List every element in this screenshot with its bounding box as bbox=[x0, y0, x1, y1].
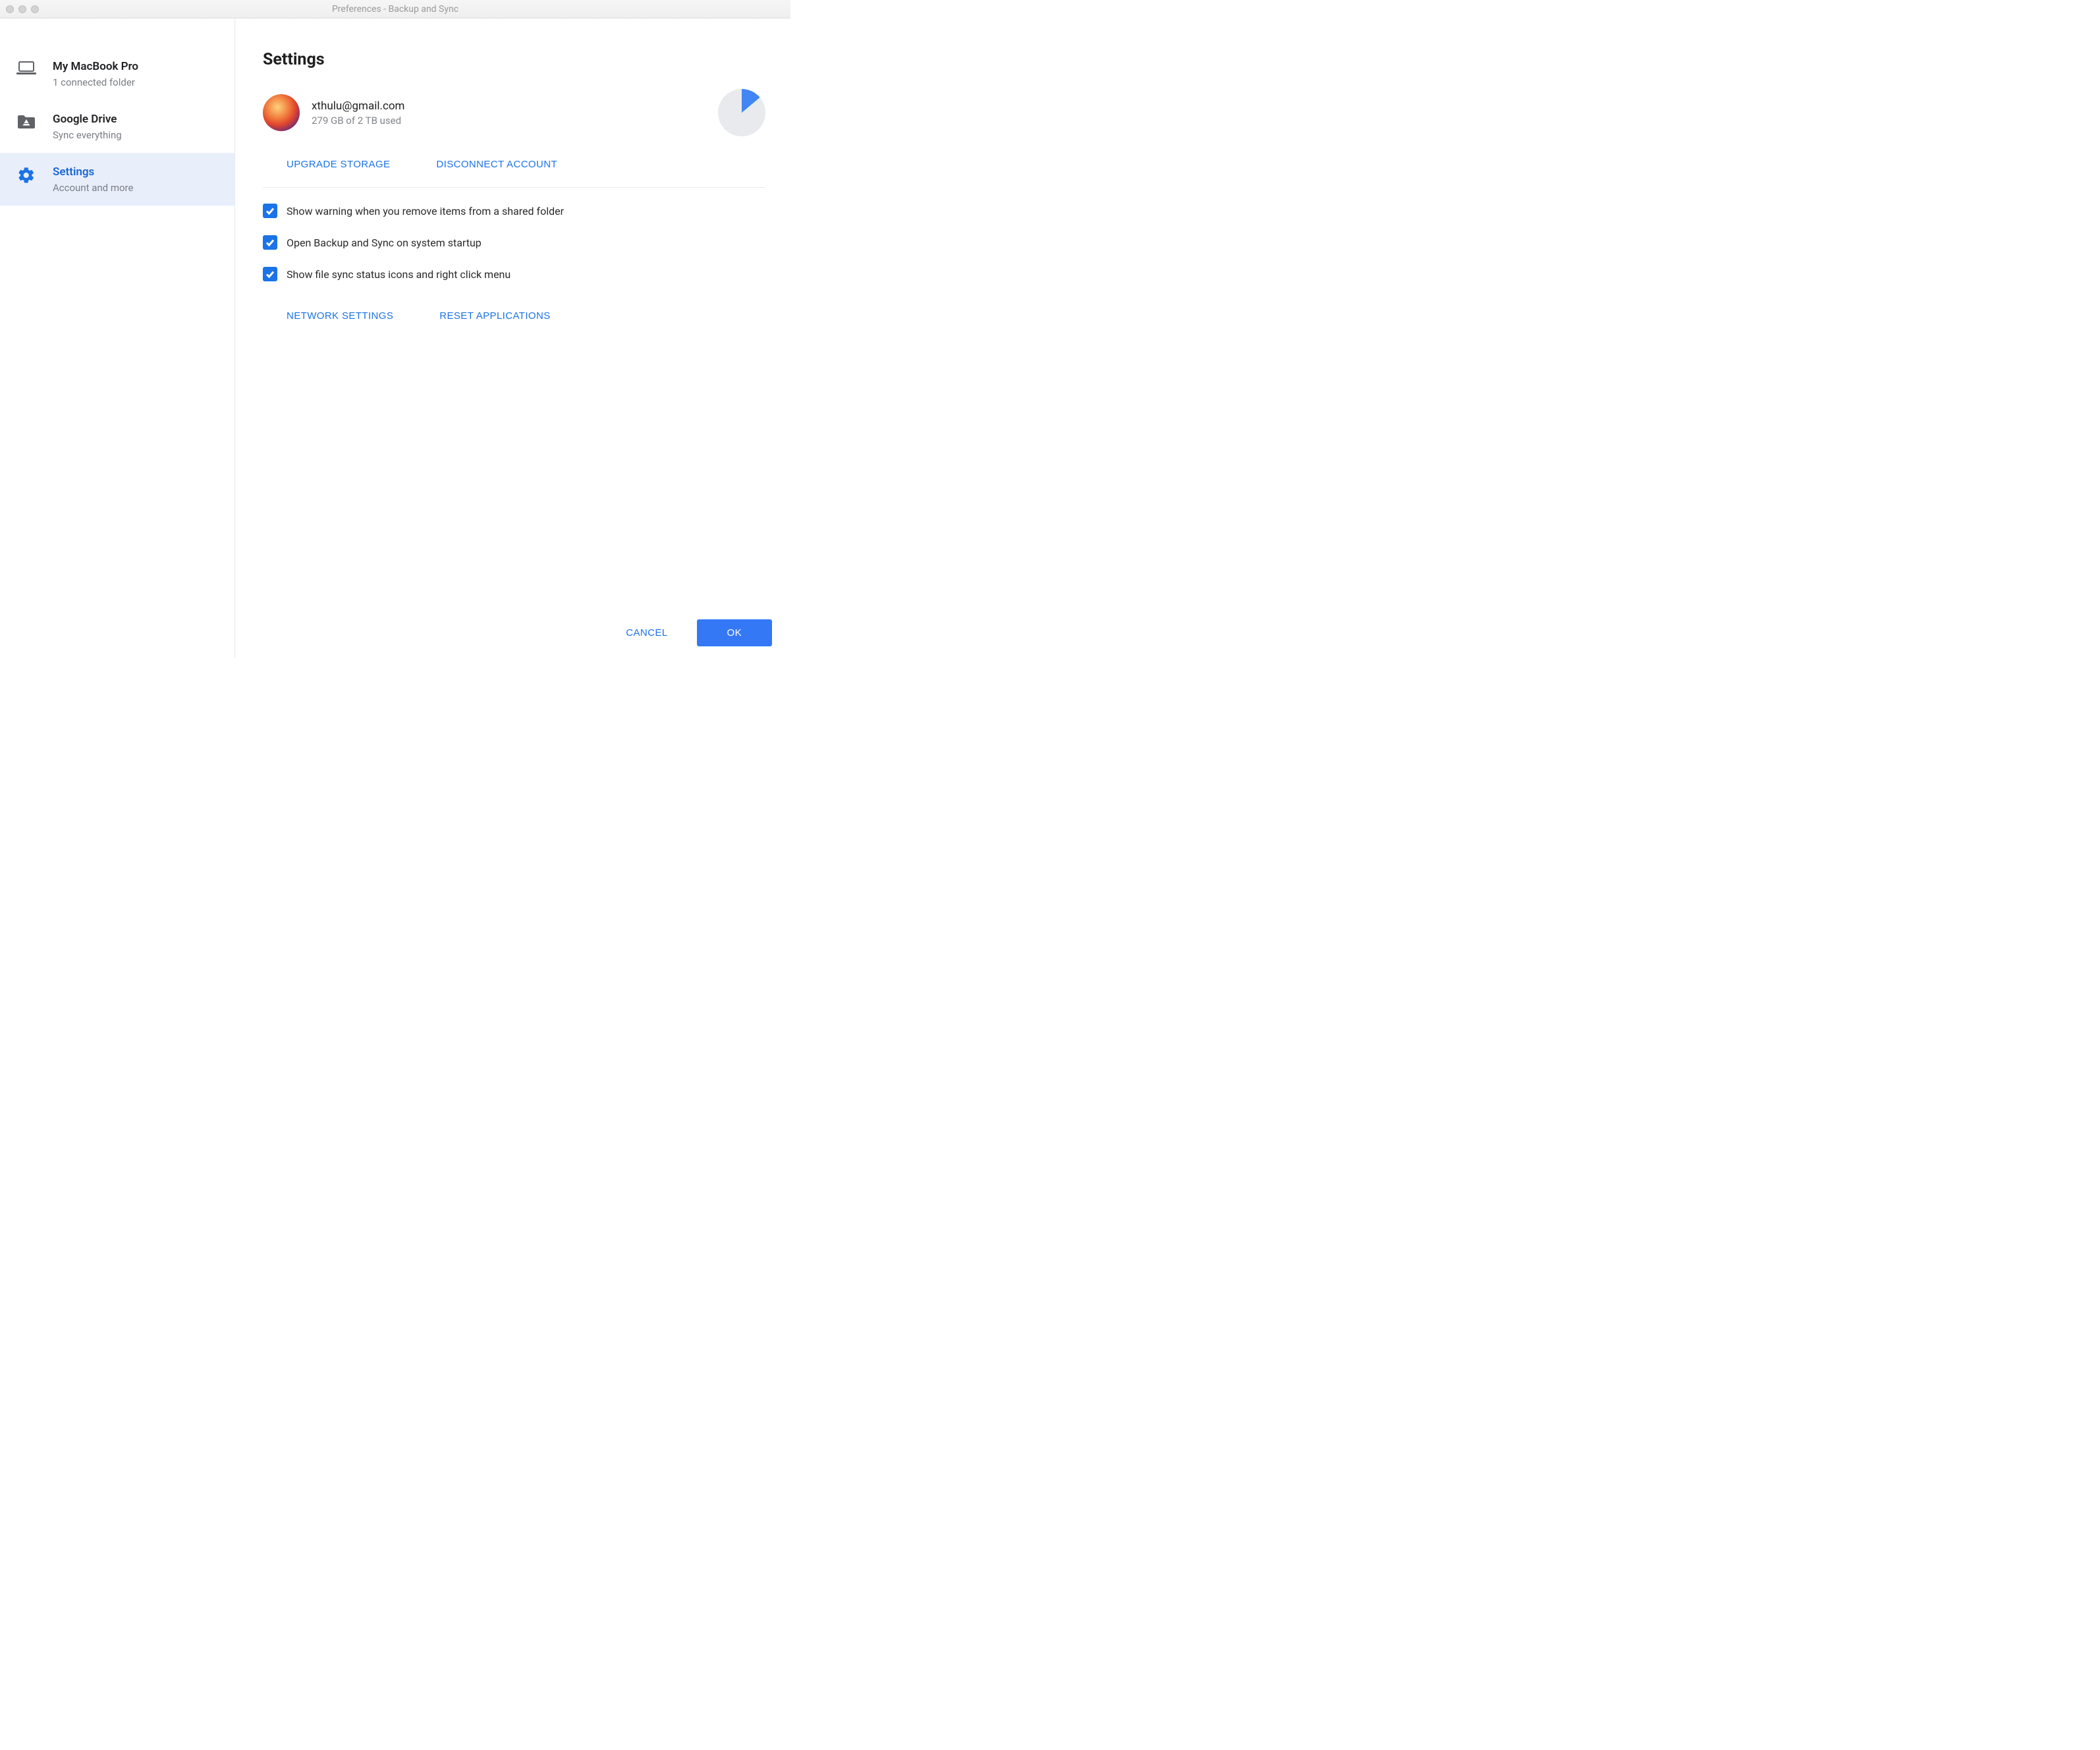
sidebar-item-label: My MacBook Pro bbox=[53, 59, 138, 74]
sidebar-item-device[interactable]: My MacBook Pro 1 connected folder bbox=[0, 47, 235, 100]
divider bbox=[263, 187, 765, 188]
option-status-icons: Show file sync status icons and right cl… bbox=[263, 267, 765, 281]
account-email: xthulu@gmail.com bbox=[312, 99, 713, 114]
zoom-window-icon[interactable] bbox=[31, 5, 39, 13]
sidebar-item-sub: Sync everything bbox=[53, 129, 122, 141]
sidebar: My MacBook Pro 1 connected folder Google… bbox=[0, 18, 235, 658]
sidebar-item-label: Settings bbox=[53, 165, 133, 179]
checkbox[interactable] bbox=[263, 235, 277, 250]
close-window-icon[interactable] bbox=[6, 5, 14, 13]
account-storage: 279 GB of 2 TB used bbox=[312, 115, 713, 127]
disconnect-account-button[interactable]: DISCONNECT ACCOUNT bbox=[436, 159, 557, 170]
checkbox[interactable] bbox=[263, 204, 277, 218]
window-title: Preferences - Backup and Sync bbox=[0, 4, 790, 14]
storage-pie-chart bbox=[718, 89, 765, 136]
gear-icon bbox=[13, 166, 40, 184]
window-controls bbox=[0, 5, 39, 13]
sidebar-item-sub: Account and more bbox=[53, 182, 133, 194]
option-shared-folder-warning: Show warning when you remove items from … bbox=[263, 204, 765, 218]
sidebar-item-sub: 1 connected folder bbox=[53, 76, 138, 88]
sidebar-item-label: Google Drive bbox=[53, 112, 122, 127]
option-label: Show warning when you remove items from … bbox=[287, 205, 564, 217]
sidebar-item-settings[interactable]: Settings Account and more bbox=[0, 153, 235, 206]
option-open-on-startup: Open Backup and Sync on system startup bbox=[263, 235, 765, 250]
laptop-icon bbox=[13, 61, 40, 75]
minimize-window-icon[interactable] bbox=[18, 5, 26, 13]
main-panel: Settings xthulu@gmail.com 279 GB of 2 TB… bbox=[235, 18, 790, 658]
ok-button[interactable]: OK bbox=[697, 619, 772, 646]
upgrade-storage-button[interactable]: UPGRADE STORAGE bbox=[287, 159, 390, 170]
dialog-footer: CANCEL OK bbox=[626, 619, 772, 646]
option-label: Open Backup and Sync on system startup bbox=[287, 237, 482, 249]
reset-applications-button[interactable]: RESET APPLICATIONS bbox=[439, 310, 550, 322]
option-label: Show file sync status icons and right cl… bbox=[287, 268, 511, 281]
cancel-button[interactable]: CANCEL bbox=[626, 627, 667, 638]
avatar bbox=[263, 94, 300, 131]
titlebar: Preferences - Backup and Sync bbox=[0, 0, 790, 18]
sidebar-item-drive[interactable]: Google Drive Sync everything bbox=[0, 100, 235, 153]
checkbox[interactable] bbox=[263, 267, 277, 281]
drive-folder-icon bbox=[13, 113, 40, 129]
account-summary: xthulu@gmail.com 279 GB of 2 TB used bbox=[263, 89, 765, 136]
page-title: Settings bbox=[263, 50, 765, 69]
network-settings-button[interactable]: NETWORK SETTINGS bbox=[287, 310, 393, 322]
